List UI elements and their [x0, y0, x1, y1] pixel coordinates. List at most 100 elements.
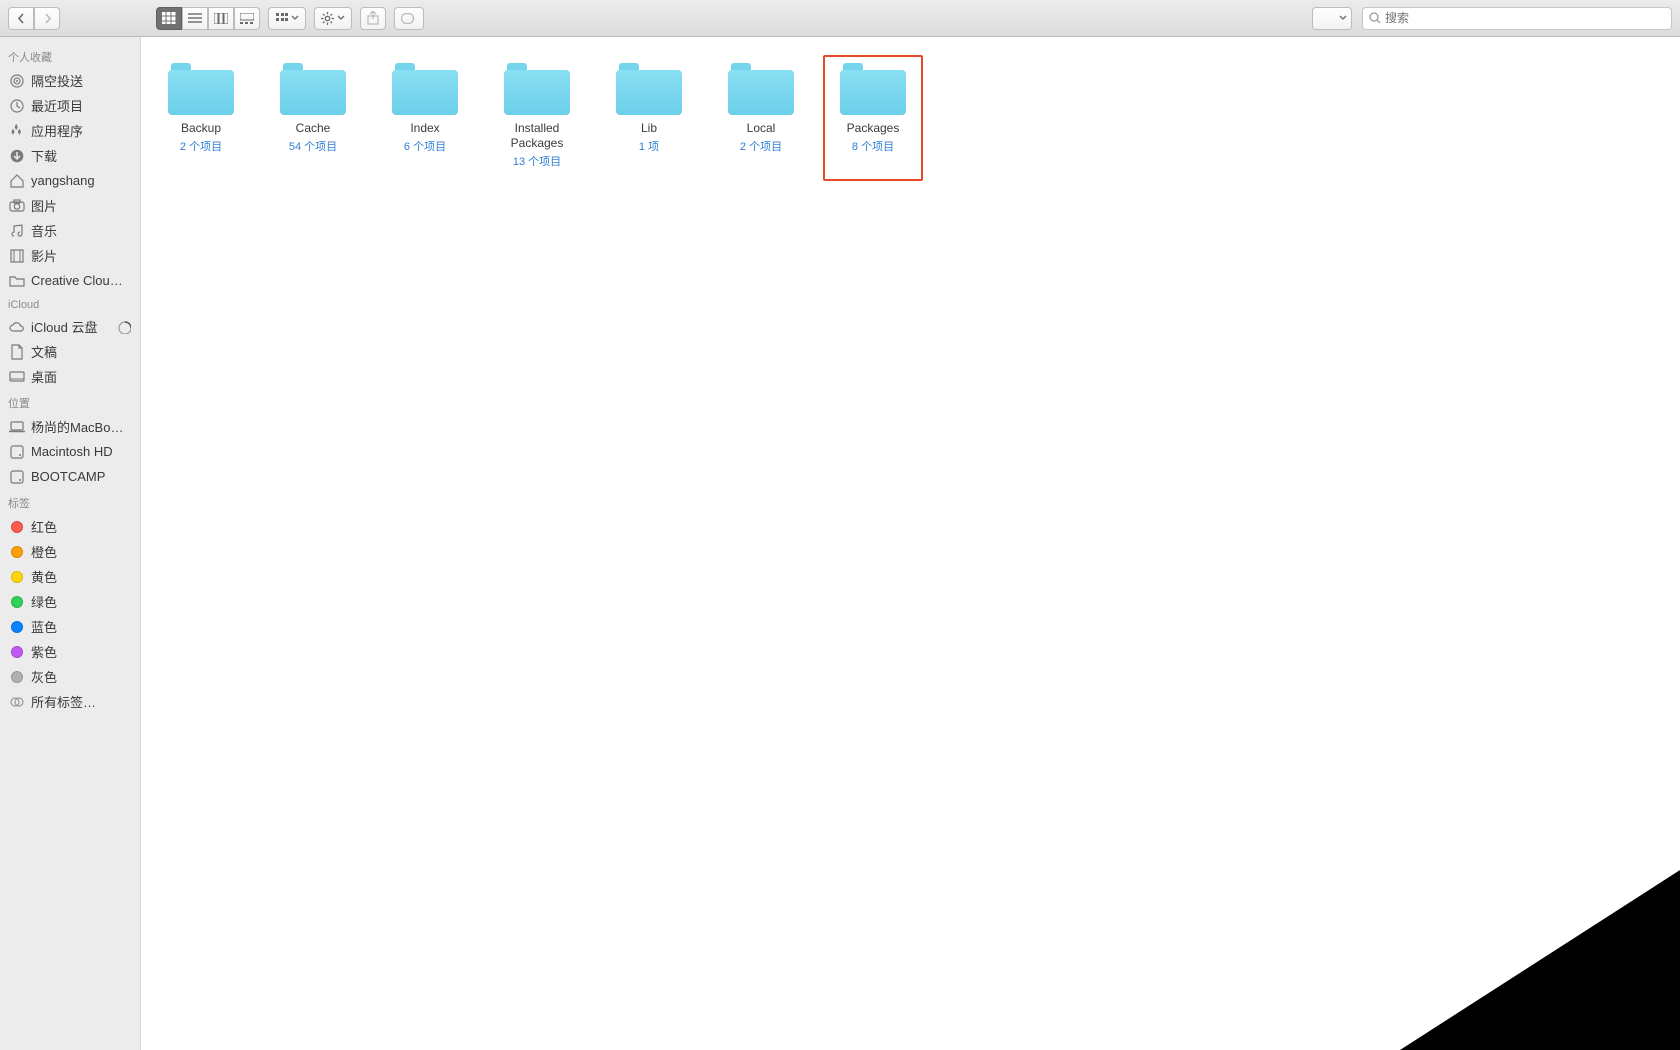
sidebar-item[interactable]: 绿色	[0, 589, 140, 614]
folder-item[interactable]: Packages 8 个项目	[823, 55, 923, 181]
folder-name: Installed Packages	[491, 121, 583, 151]
sidebar-item[interactable]: 最近项目	[0, 93, 140, 118]
chevron-down-icon	[1339, 15, 1347, 21]
tag-icon	[9, 619, 25, 635]
gallery-view-button[interactable]	[234, 7, 260, 30]
chevron-down-icon	[291, 15, 299, 21]
disk-icon	[9, 444, 25, 460]
folder-count: 13 个项目	[513, 153, 561, 169]
folder-icon	[728, 63, 794, 115]
sidebar-item[interactable]: 文稿	[0, 339, 140, 364]
sidebar-item-label: 应用程序	[31, 121, 83, 140]
sidebar-item[interactable]: 蓝色	[0, 614, 140, 639]
sidebar-item-label: 蓝色	[31, 617, 57, 636]
folder-name: Packages	[847, 121, 900, 136]
sidebar-item-label: 红色	[31, 517, 57, 536]
sidebar-section-header: 个人收藏	[0, 43, 140, 68]
sidebar-item-label: 灰色	[31, 667, 57, 686]
sidebar-item[interactable]: 紫色	[0, 639, 140, 664]
sidebar-item[interactable]: 红色	[0, 514, 140, 539]
tag-icon	[9, 544, 25, 560]
folder-count: 1 项	[639, 138, 659, 154]
folder-item[interactable]: Index6 个项目	[375, 55, 475, 181]
sidebar-item[interactable]: 桌面	[0, 364, 140, 389]
path-dropdown[interactable]	[1312, 7, 1352, 30]
share-icon	[367, 11, 379, 25]
tag-icon	[9, 519, 25, 535]
airdrop-icon	[9, 73, 25, 89]
folder-item[interactable]: Installed Packages 13 个项目	[487, 55, 587, 181]
view-switcher	[156, 7, 260, 30]
grid-icon	[162, 12, 176, 24]
sidebar-item[interactable]: yangshang	[0, 168, 140, 193]
sidebar-item-label: 下载	[31, 146, 57, 165]
sidebar-item[interactable]: 黄色	[0, 564, 140, 589]
sidebar-item-label: iCloud 云盘	[31, 317, 97, 336]
arrange-group	[268, 7, 306, 30]
sidebar-item[interactable]: 音乐	[0, 218, 140, 243]
home-icon	[9, 173, 25, 189]
sidebar-section-header: iCloud	[0, 293, 140, 314]
folder-item[interactable]: Local2 个项目	[711, 55, 811, 181]
folder-item[interactable]: Backup2 个项目	[151, 55, 251, 181]
chevron-right-icon	[43, 13, 52, 24]
folder-item[interactable]: Lib 1 项	[599, 55, 699, 181]
download-icon	[9, 148, 25, 164]
sidebar-item[interactable]: 下载	[0, 143, 140, 168]
music-icon	[9, 223, 25, 239]
sidebar-item[interactable]: 杨尚的MacBo…	[0, 414, 140, 439]
sidebar-item[interactable]: 所有标签…	[0, 689, 140, 714]
sidebar-item-label: BOOTCAMP	[31, 469, 105, 484]
alltags-icon	[9, 694, 25, 710]
sidebar-item-label: 紫色	[31, 642, 57, 661]
content-area: Backup2 个项目Cache54 个项目Index6 个项目Installe…	[141, 37, 1680, 1050]
folder-count: 54 个项目	[289, 138, 337, 154]
progress-icon	[117, 320, 131, 334]
folder-count: 8 个项目	[852, 138, 894, 154]
sidebar-item-label: 音乐	[31, 221, 57, 240]
sidebar-item[interactable]: 灰色	[0, 664, 140, 689]
sidebar-item[interactable]: BOOTCAMP	[0, 464, 140, 489]
sidebar-item[interactable]: Macintosh HD	[0, 439, 140, 464]
sidebar-item[interactable]: iCloud 云盘	[0, 314, 140, 339]
search-box[interactable]	[1362, 7, 1672, 30]
sidebar-item[interactable]: 隔空投送	[0, 68, 140, 93]
sidebar-item-label: 文稿	[31, 342, 57, 361]
sidebar-item[interactable]: 应用程序	[0, 118, 140, 143]
arrange-button[interactable]	[268, 7, 306, 30]
tags-button[interactable]	[394, 7, 424, 30]
share-button[interactable]	[360, 7, 386, 30]
folder-item[interactable]: Cache54 个项目	[263, 55, 363, 181]
tag-icon	[9, 594, 25, 610]
columns-icon	[214, 13, 228, 24]
sidebar-item[interactable]: 橙色	[0, 539, 140, 564]
tag-icon	[9, 569, 25, 585]
folder-icon	[504, 63, 570, 115]
disk-icon	[9, 469, 25, 485]
back-button[interactable]	[8, 7, 34, 30]
folder-icon	[9, 273, 25, 289]
action-button[interactable]	[314, 7, 352, 30]
sidebar-item[interactable]: Creative Clou…	[0, 268, 140, 293]
sidebar-item[interactable]: 影片	[0, 243, 140, 268]
toolbar-right	[1312, 7, 1672, 30]
cloud-icon	[9, 319, 25, 335]
icon-view-button[interactable]	[156, 7, 182, 30]
sidebar-item[interactable]: 图片	[0, 193, 140, 218]
chevron-left-icon	[17, 13, 26, 24]
sidebar: 个人收藏隔空投送最近项目应用程序下载 yangshang图片音乐影片 Creativ…	[0, 37, 141, 1050]
folder-name: Local	[747, 121, 776, 136]
forward-button[interactable]	[34, 7, 60, 30]
gear-icon	[321, 12, 334, 25]
column-view-button[interactable]	[208, 7, 234, 30]
sidebar-item-label: 影片	[31, 246, 57, 265]
toolbar	[0, 0, 1680, 37]
search-input[interactable]	[1385, 11, 1665, 25]
folder-name: Lib	[641, 121, 657, 136]
sidebar-section-header: 标签	[0, 489, 140, 514]
list-view-button[interactable]	[182, 7, 208, 30]
clock-icon	[9, 98, 25, 114]
film-icon	[9, 248, 25, 264]
search-icon	[1369, 12, 1381, 24]
grid-small-icon	[276, 13, 288, 23]
